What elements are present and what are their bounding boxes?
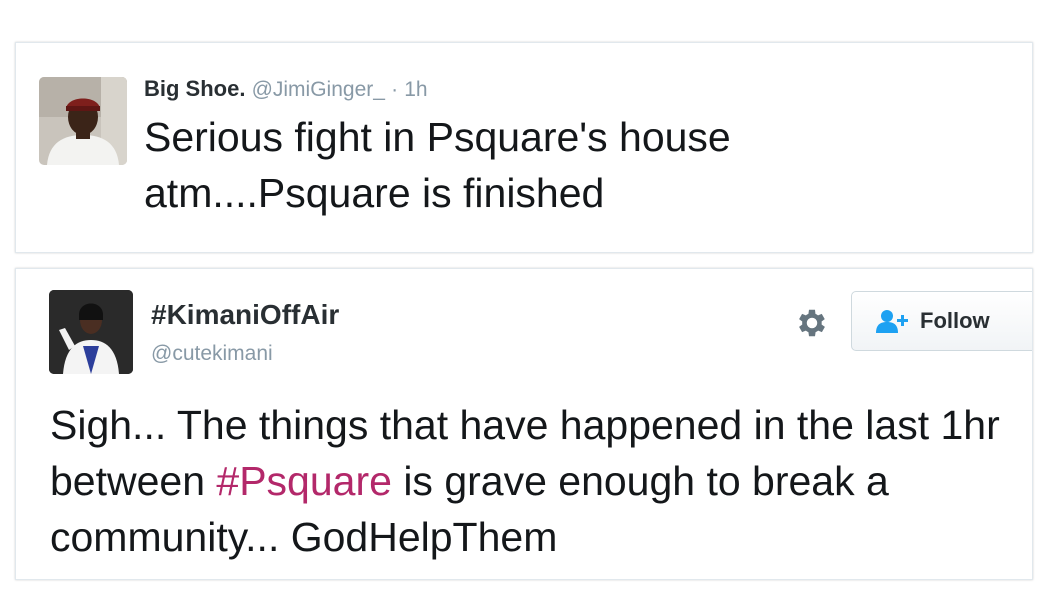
avatar-photo	[39, 77, 127, 165]
follow-button[interactable]: Follow	[851, 291, 1032, 351]
avatar-photo	[49, 290, 133, 374]
username[interactable]: @JimiGinger_	[252, 78, 385, 101]
avatar[interactable]	[49, 290, 133, 374]
follow-label: Follow	[920, 308, 990, 333]
username[interactable]: @cutekimani	[151, 342, 273, 366]
timestamp[interactable]: 1h	[404, 78, 427, 101]
avatar[interactable]	[39, 77, 127, 165]
separator: ·	[391, 78, 399, 101]
tweet-card[interactable]: #KimaniOffAir @cutekimani Follow Sigh...…	[15, 268, 1033, 580]
tweet-card[interactable]: Big Shoe. @JimiGinger_ · 1h Serious figh…	[15, 42, 1033, 253]
hashtag-link[interactable]: #Psquare	[216, 458, 392, 504]
gear-icon[interactable]	[794, 305, 830, 341]
tweet-header: Big Shoe. @JimiGinger_ · 1h	[144, 76, 428, 103]
tweet-text: Serious fight in Psquare's house atm....…	[144, 114, 731, 216]
display-name[interactable]: #KimaniOffAir	[151, 299, 339, 331]
tweet-text: Sigh... The things that have happened in…	[50, 397, 1010, 565]
add-user-icon	[876, 310, 908, 333]
display-name[interactable]: Big Shoe.	[144, 76, 245, 101]
